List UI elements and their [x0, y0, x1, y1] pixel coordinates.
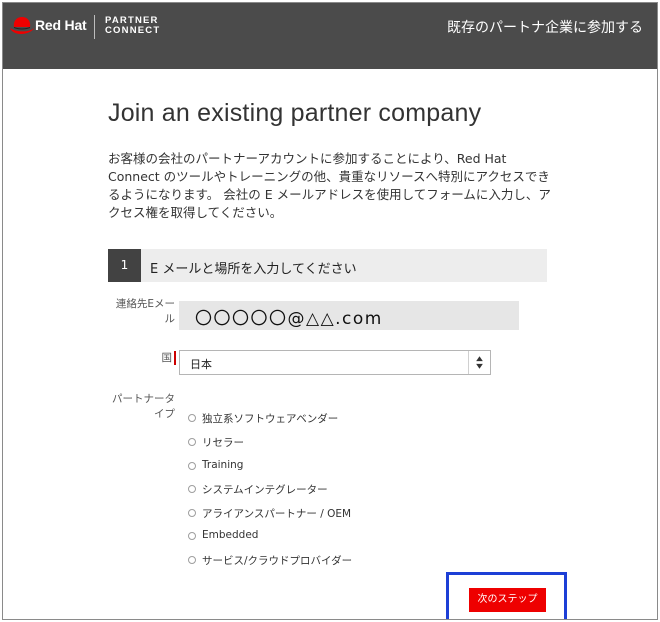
required-marker [174, 351, 176, 365]
partner-type-option-label: システムインテグレーター [202, 484, 328, 496]
radio-circle-icon[interactable] [188, 532, 196, 540]
country-label: 国 [161, 352, 173, 364]
email-label-line1: 連絡先Eメー [115, 298, 175, 310]
partner-connect-logo: PARTNER CONNECT [105, 16, 160, 36]
partner-type-option-label: アライアンスパートナー / OEM [202, 508, 352, 520]
partner-type-option-embedded[interactable]: Embedded [188, 529, 468, 545]
step-label: E メールと場所を入力してください [150, 262, 357, 277]
partner-type-label: パートナータ イプ [103, 392, 175, 422]
header-divider [94, 15, 95, 39]
country-select[interactable]: 日本 [179, 350, 491, 375]
partner-type-option-reseller[interactable]: リセラー [188, 435, 468, 451]
redhat-logo-icon [10, 17, 34, 34]
next-step-button[interactable]: 次のステップ [469, 588, 546, 612]
partner-type-option-training[interactable]: Training [188, 459, 468, 475]
up-down-arrows-icon[interactable] [468, 351, 490, 374]
partner-type-option-label: 独立系ソフトウェアベンダー [202, 413, 339, 425]
partner-type-label-line2: イプ [154, 408, 175, 420]
page-title: Join an existing partner company [108, 99, 482, 127]
radio-circle-icon[interactable] [188, 485, 196, 493]
partner-type-option-si[interactable]: システムインテグレーター [188, 482, 468, 498]
partner-type-option-label: リセラー [202, 437, 244, 449]
radio-circle-icon[interactable] [188, 414, 196, 422]
top-header: Red Hat PARTNER CONNECT 既存のパートナ企業に参加する [3, 3, 657, 69]
brand-name: Red Hat [35, 17, 87, 33]
partner-type-option-label: Embedded [202, 529, 259, 541]
partner-type-option-alliance-oem[interactable]: アライアンスパートナー / OEM [188, 506, 468, 522]
partner-type-option-label: サービス/クラウドプロバイダー [202, 555, 353, 567]
header-page-title: 既存のパートナ企業に参加する [447, 20, 643, 36]
partner-connect-line2: CONNECT [105, 25, 161, 36]
step-header: 1 E メールと場所を入力してください [108, 249, 547, 282]
page-frame: Red Hat PARTNER CONNECT 既存のパートナ企業に参加する J… [2, 2, 658, 620]
country-selected-value: 日本 [190, 358, 212, 371]
partner-type-option-label: Training [202, 459, 244, 471]
partner-type-label-line1: パートナータ [112, 393, 175, 405]
email-field[interactable]: 〇〇〇〇〇@△△.com [179, 301, 519, 330]
radio-circle-icon[interactable] [188, 462, 196, 470]
intro-text: お客様の会社のパートナーアカウントに参加することにより、Red Hat Conn… [108, 151, 551, 220]
email-value: 〇〇〇〇〇@△△.com [195, 309, 383, 329]
partner-type-option-isv[interactable]: 独立系ソフトウェアベンダー [188, 411, 468, 427]
radio-circle-icon[interactable] [188, 556, 196, 564]
step-number: 1 [108, 249, 141, 282]
email-label-line2: ル [164, 313, 176, 325]
radio-circle-icon[interactable] [188, 438, 196, 446]
radio-circle-icon[interactable] [188, 509, 196, 517]
email-label: 連絡先Eメー ル [115, 297, 175, 327]
partner-type-option-cloud-provider[interactable]: サービス/クラウドプロバイダー [188, 553, 468, 569]
